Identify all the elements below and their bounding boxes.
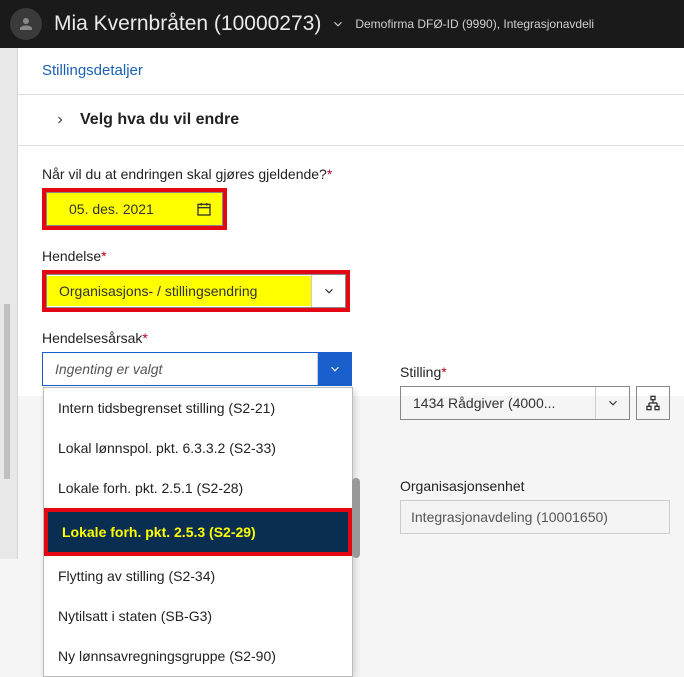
reason-select[interactable]: Ingenting er valgt Intern tidsbegrenset … [42, 352, 352, 386]
scrollbar-thumb[interactable] [352, 478, 360, 558]
position-field-group: Stilling* 1434 Rådgiver (4000... [400, 364, 670, 420]
reason-label: Hendelsesårsak* [42, 330, 660, 346]
dropdown-option[interactable]: Intern tidsbegrenset stilling (S2-21) [44, 388, 352, 428]
section-header[interactable]: Velg hva du vil endre [18, 95, 684, 146]
section-title: Velg hva du vil endre [80, 111, 239, 129]
hierarchy-icon [645, 395, 661, 411]
breadcrumb: Stillingsdetaljer [18, 48, 684, 95]
event-label: Hendelse* [42, 248, 660, 264]
dropdown-option[interactable]: Lokale forh. pkt. 2.5.1 (S2-28) [44, 468, 352, 508]
chevron-down-icon [595, 387, 629, 419]
date-value: 05. des. 2021 [57, 201, 166, 217]
event-select[interactable]: Organisasjons- / stillingsendring [46, 274, 346, 308]
position-select[interactable]: 1434 Rådgiver (4000... [400, 386, 630, 420]
dropdown-option-selected[interactable]: Lokale forh. pkt. 2.5.3 (S2-29) [48, 512, 348, 552]
date-label: Når vil du at endringen skal gjøres gjel… [42, 166, 660, 182]
avatar [10, 8, 42, 40]
top-bar: Mia Kvernbråten (10000273) Demofirma DFØ… [0, 0, 684, 48]
org-info: Demofirma DFØ-ID (9990), Integrasjonavde… [355, 17, 594, 31]
orgunit-value: Integrasjonavdeling (10001650) [400, 500, 670, 534]
dropdown-option[interactable]: Lokal lønnspol. pkt. 6.3.3.2 (S2-33) [44, 428, 352, 468]
org-tree-button[interactable] [636, 386, 670, 420]
dropdown-option[interactable]: Nytilsatt i staten (SB-G3) [44, 596, 352, 636]
person-name[interactable]: Mia Kvernbråten (10000273) [54, 12, 321, 36]
chevron-right-icon [54, 114, 66, 126]
chevron-down-icon [311, 275, 345, 307]
orgunit-field-group: Organisasjonsenhet Integrasjonavdeling (… [400, 478, 670, 534]
position-value: 1434 Rådgiver (4000... [401, 395, 595, 411]
orgunit-label: Organisasjonsenhet [400, 478, 670, 494]
chevron-down-icon [317, 353, 351, 385]
event-value: Organisasjons- / stillingsendring [47, 276, 311, 306]
reason-dropdown: Intern tidsbegrenset stilling (S2-21) Lo… [43, 387, 353, 677]
reason-placeholder: Ingenting er valgt [43, 361, 317, 377]
position-label: Stilling* [400, 364, 670, 380]
person-dropdown-icon[interactable] [331, 17, 345, 31]
breadcrumb-text[interactable]: Stillingsdetaljer [42, 62, 143, 79]
dropdown-option[interactable]: Ny lønnsavregningsgruppe (S2-90) [44, 636, 352, 676]
calendar-icon [196, 201, 212, 217]
effective-date-input[interactable]: 05. des. 2021 [46, 192, 223, 226]
dropdown-option[interactable]: Flytting av stilling (S2-34) [44, 556, 352, 596]
form-area: Når vil du at endringen skal gjøres gjel… [18, 146, 684, 396]
